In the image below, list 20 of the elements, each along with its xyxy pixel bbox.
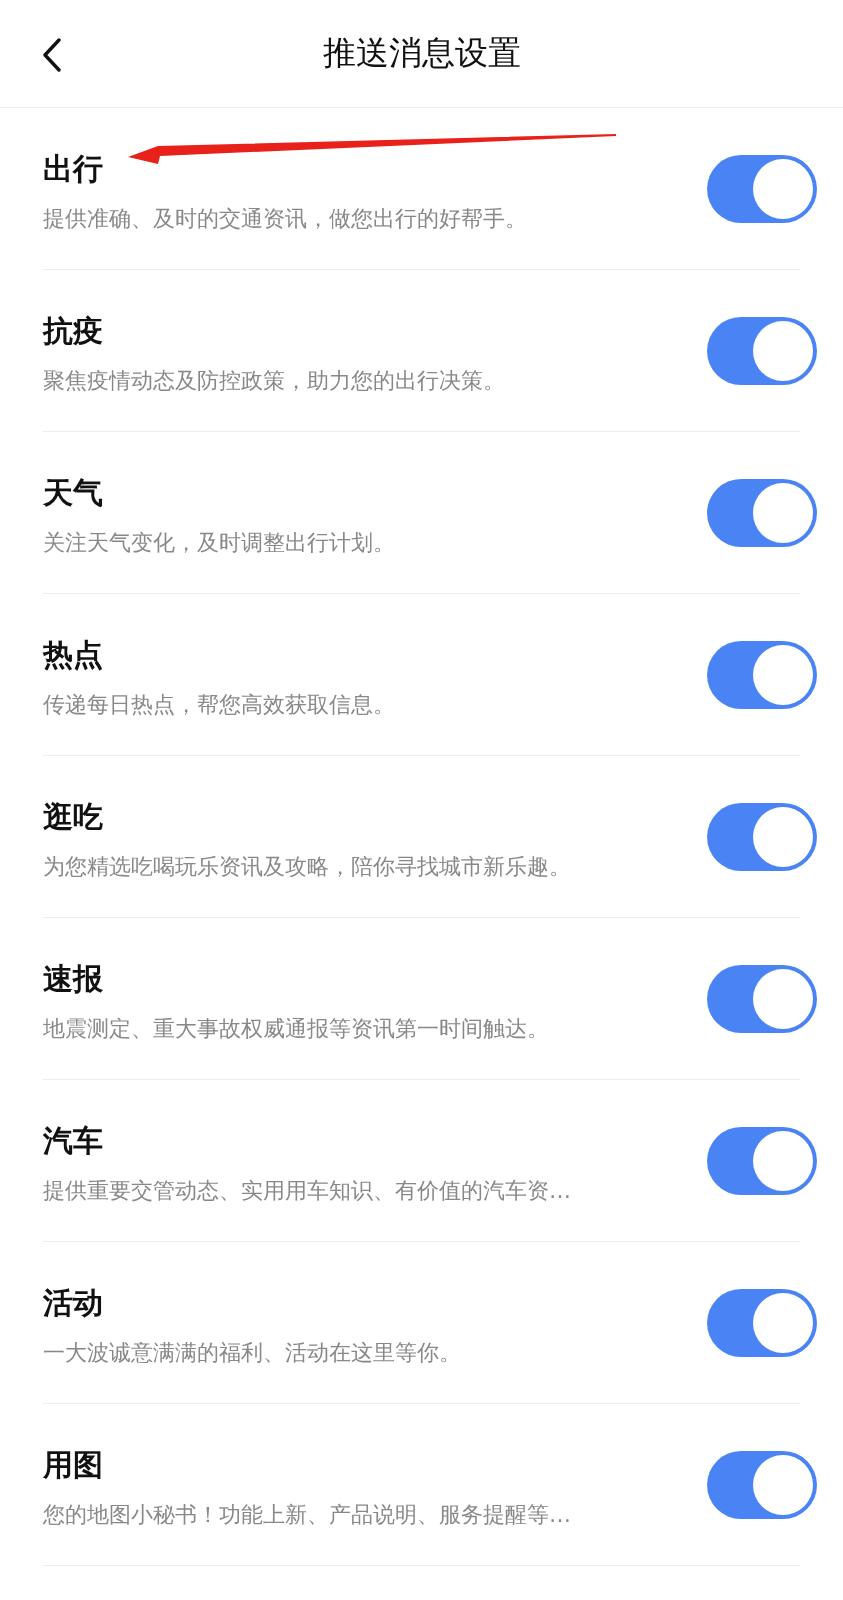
- setting-description: 一大波诚意满满的福利、活动在这里等你。: [43, 1339, 461, 1367]
- setting-description: 地震测定、重大事故权威通报等资讯第一时间触达。: [43, 1015, 549, 1043]
- back-icon[interactable]: [42, 38, 62, 72]
- setting-description: 聚焦疫情动态及防控政策，助力您的出行决策。: [43, 367, 505, 395]
- setting-title: 速报: [43, 960, 104, 998]
- setting-description: 您的地图小秘书！功能上新、产品说明、服务提醒等…: [43, 1501, 571, 1529]
- setting-title: 热点: [43, 636, 104, 674]
- setting-title: 抗疫: [43, 312, 104, 350]
- setting-title: 用图: [43, 1446, 104, 1484]
- setting-title: 天气: [43, 474, 104, 512]
- setting-description: 传递每日热点，帮您高效获取信息。: [43, 691, 395, 719]
- setting-description: 关注天气变化，及时调整出行计划。: [43, 529, 395, 557]
- setting-title: 汽车: [43, 1122, 104, 1160]
- setting-description: 为您精选吃喝玩乐资讯及攻略，陪你寻找城市新乐趣。: [43, 853, 571, 881]
- setting-description: 提供重要交管动态、实用用车知识、有价值的汽车资…: [43, 1177, 571, 1205]
- setting-description: 提供准确、及时的交通资讯，做您出行的好帮手。: [43, 205, 527, 233]
- setting-title: 逛吃: [43, 798, 104, 836]
- setting-title: 活动: [43, 1284, 104, 1322]
- page-title: 推送消息设置: [322, 32, 521, 74]
- setting-title: 出行: [43, 150, 104, 188]
